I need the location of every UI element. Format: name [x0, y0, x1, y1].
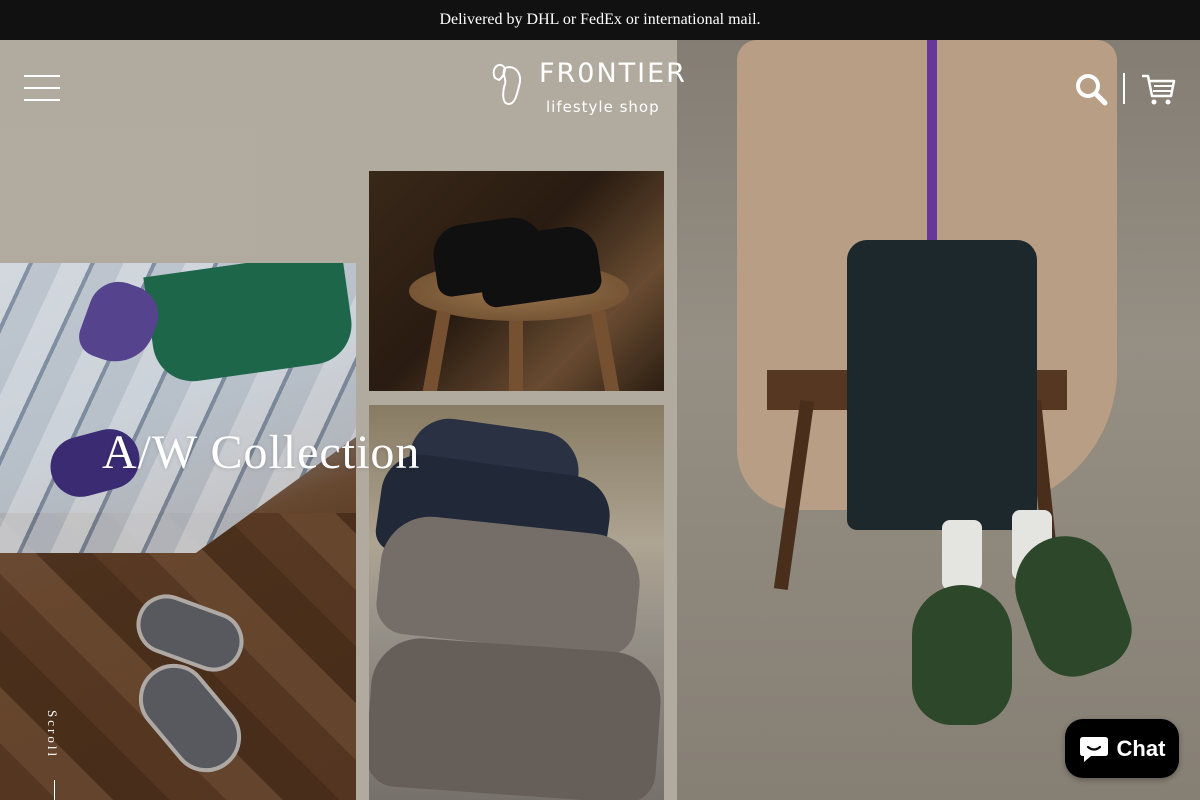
site-logo[interactable]: FR0NTIER lifestyle shop — [489, 58, 685, 122]
search-icon — [1076, 74, 1108, 106]
announcement-text: Delivered by DHL or FedEx or internation… — [439, 11, 761, 28]
header-divider — [1123, 73, 1125, 104]
logo-mark-icon — [492, 64, 521, 106]
logo-tagline: lifestyle shop — [546, 98, 660, 116]
hamburger-menu-icon — [24, 75, 60, 77]
hero-headline: A/W Collection — [102, 426, 421, 479]
cart-button[interactable] — [1140, 72, 1176, 106]
cart-icon — [1142, 74, 1176, 105]
chat-label: Chat — [1116, 735, 1166, 761]
announcement-bar: Delivered by DHL or FedEx or internation… — [0, 0, 1200, 40]
scroll-indicator-label: Scroll — [45, 710, 60, 760]
chat-button[interactable]: Chat — [1065, 719, 1179, 778]
logo-wordmark: FR0NTIER — [539, 58, 687, 89]
menu-button[interactable] — [24, 75, 60, 101]
hero-slideshow: A/W Collection Scroll — [0, 40, 1200, 800]
search-button[interactable] — [1074, 72, 1108, 106]
chat-bubble-icon — [1079, 736, 1108, 762]
scroll-indicator-line — [54, 780, 55, 800]
